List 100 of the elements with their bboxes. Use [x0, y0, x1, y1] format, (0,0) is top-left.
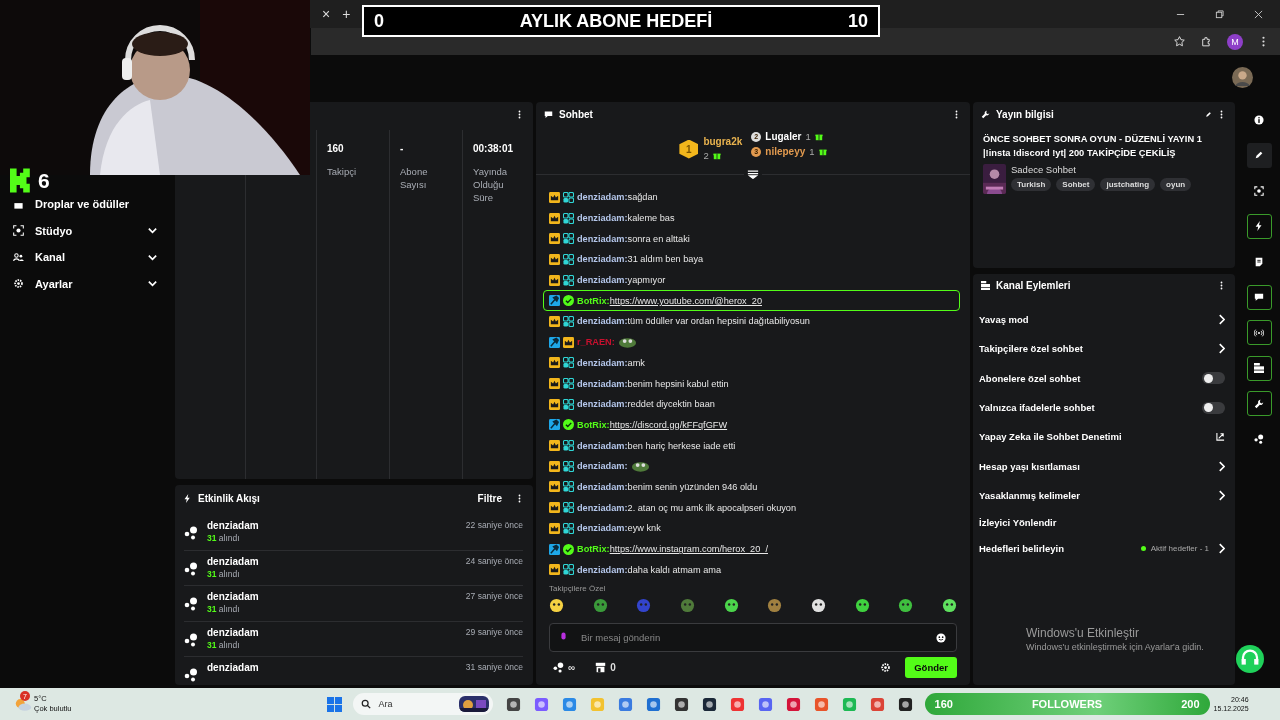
chevron-icon[interactable] [1218, 314, 1225, 326]
action-label[interactable]: İzleyici Yönlendir [979, 517, 1057, 529]
tag[interactable]: Turkish [1011, 178, 1052, 191]
action-label[interactable]: Yavaş mod [979, 314, 1029, 326]
event-time: 31 saniye önce [465, 662, 523, 672]
note-icon [1254, 256, 1264, 267]
chevron-icon[interactable] [147, 278, 158, 290]
emote-icon[interactable] [854, 598, 870, 613]
event-detail: 31 alındı [207, 604, 241, 614]
crown-badge-icon [549, 398, 560, 410]
chat-message: denziadam:benim hepsini kabul ettin [577, 378, 729, 389]
toolbar-button[interactable] [1246, 355, 1272, 381]
status-dot [1140, 545, 1146, 551]
tag[interactable]: oyun [1160, 178, 1192, 191]
action-label[interactable]: Takipçilere özel sohbet [979, 343, 1083, 355]
chat-message: denziadam:reddet diycektin baan [577, 399, 715, 410]
toolbar-button[interactable] [1246, 320, 1272, 345]
sidebar-item[interactable]: Ayarlar [35, 277, 73, 290]
tag[interactable]: Sohbet [1056, 178, 1096, 191]
external-link-icon[interactable] [1216, 432, 1225, 442]
activation-text: Windows'u etkinleştirmek için Ayarlar'a gidin. [1026, 642, 1204, 652]
crown-badge-icon [549, 564, 560, 576]
action-label[interactable]: Yalnızca ifadelerle sohbet [979, 402, 1095, 414]
store-icon[interactable] [595, 662, 607, 673]
more-icon[interactable] [516, 109, 523, 119]
search-field[interactable]: Ara [352, 693, 493, 715]
chevron-icon[interactable] [1218, 542, 1225, 554]
verified-badge-icon [563, 543, 574, 555]
star-icon[interactable] [1173, 35, 1186, 48]
send-button[interactable]: Gönder [905, 657, 957, 678]
headset-button[interactable] [1236, 645, 1264, 673]
more-icon[interactable] [953, 109, 960, 119]
more-icon[interactable] [1218, 109, 1225, 119]
extensions-icon[interactable] [1200, 35, 1213, 48]
goal-target: 10 [847, 10, 868, 32]
hammer-badge-icon [549, 336, 560, 348]
toolbar-button[interactable] [1246, 213, 1272, 239]
chevron-icon[interactable] [1218, 489, 1225, 501]
followers-count: 160 [934, 698, 953, 710]
emote-icon[interactable] [723, 598, 739, 613]
toolbar-button[interactable] [1246, 142, 1272, 168]
action-label[interactable]: Hedefleri belirleyin [979, 542, 1064, 554]
link[interactable]: https://www.instagram.com/herox_20_/ [609, 544, 768, 555]
sidebar-item[interactable]: Stüdyo [35, 224, 73, 237]
event-username: denziadam [207, 520, 260, 531]
points-icon[interactable] [553, 662, 564, 673]
toolbar-button[interactable] [1246, 391, 1272, 416]
stat-value: 00:38:01 [473, 143, 515, 154]
edit-icon[interactable] [1205, 109, 1212, 119]
app-icon[interactable] [505, 696, 521, 712]
action-label[interactable]: Abonelere özel sohbet [979, 372, 1081, 384]
toggle-switch[interactable] [1202, 401, 1225, 414]
app-icon[interactable] [897, 696, 913, 712]
toggle-switch[interactable] [1202, 372, 1225, 385]
sidebar-item[interactable]: Kanal [35, 251, 65, 264]
microphone-icon[interactable] [560, 632, 567, 643]
profile-button[interactable]: M [1227, 33, 1243, 50]
app-icon[interactable] [673, 696, 689, 712]
restore-icon[interactable] [1215, 9, 1224, 19]
emote-icon[interactable] [941, 598, 957, 613]
message-box[interactable]: Bir mesaj gönderin [549, 623, 957, 652]
crown-badge-icon [549, 440, 560, 452]
action-label[interactable]: Yapay Zeka ile Sohbet Denetimi [979, 431, 1122, 443]
windows-start-icon[interactable] [326, 696, 342, 712]
filter-button[interactable]: Filtre [477, 492, 502, 504]
close-icon[interactable] [1254, 9, 1263, 19]
emote-icon[interactable] [898, 598, 914, 613]
more-icon[interactable] [1218, 280, 1225, 290]
emoji-icon[interactable] [936, 632, 946, 643]
chevron-icon[interactable] [1218, 460, 1225, 472]
event-time: 22 saniye önce [465, 520, 523, 530]
category-name[interactable]: Sadece Sohbet [1011, 164, 1192, 175]
event-time: 24 saniye önce [465, 555, 523, 566]
more-icon[interactable] [516, 493, 523, 503]
pencil-icon [1254, 150, 1264, 160]
weather-icon[interactable] [14, 696, 32, 712]
new-tab-button[interactable]: + [342, 7, 351, 21]
crown-badge-icon [549, 460, 560, 472]
action-label[interactable]: Hesap yaşı kısıtlaması [979, 460, 1080, 472]
verified-badge-icon [563, 419, 574, 431]
focus-icon [1254, 185, 1264, 196]
close-tab-button[interactable]: × [322, 7, 331, 21]
emote-icon[interactable] [810, 598, 826, 613]
user-avatar[interactable] [1232, 67, 1253, 88]
emote-icon[interactable] [549, 598, 564, 613]
message-input[interactable]: Bir mesaj gönderin [579, 631, 924, 644]
chat-message: denziadam:benim senin yüzünden 946 oldu [577, 481, 758, 492]
link[interactable]: https://discord.gg/kFFqfGFW [609, 419, 728, 430]
action-label[interactable]: Yasaklanmış kelimeler [979, 489, 1080, 501]
chat-message: denziadam:yapmıyor [577, 275, 666, 286]
toolbar-button[interactable] [1246, 284, 1272, 310]
chevron-icon[interactable] [1218, 343, 1225, 355]
link[interactable]: https://www.youtube.com/@herox_20 [609, 295, 762, 306]
chevron-icon[interactable] [147, 225, 158, 237]
hammer-badge-icon [549, 419, 560, 431]
tag[interactable]: justchating [1100, 178, 1156, 191]
app-icon[interactable] [701, 696, 717, 712]
settings-icon[interactable] [880, 662, 892, 673]
sidebar-item[interactable]: Droplar ve ödüller [35, 198, 130, 211]
k-logo-icon [10, 168, 32, 193]
